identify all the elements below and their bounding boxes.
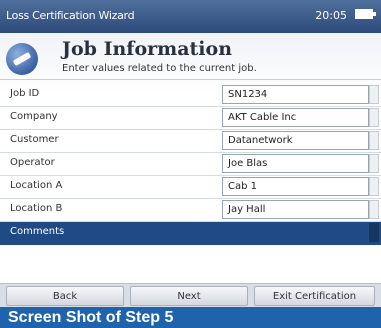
job-id-input[interactable]: SN1234	[222, 85, 369, 104]
field-row-location-a[interactable]: Location A Cab 1	[0, 176, 381, 199]
field-row-customer[interactable]: Customer Datanetwork	[0, 130, 381, 153]
field-label: Customer	[10, 134, 59, 145]
location-a-input[interactable]: Cab 1	[222, 177, 369, 196]
field-edit-handle[interactable]	[369, 200, 379, 219]
field-row-job-id[interactable]: Job ID SN1234	[0, 84, 381, 107]
page-title: Job Information	[62, 38, 233, 60]
field-edit-handle[interactable]	[369, 177, 379, 196]
next-button[interactable]: Next	[130, 286, 248, 306]
field-label: Location A	[10, 180, 63, 191]
info-icon	[6, 43, 38, 75]
field-row-location-b[interactable]: Location B Jay Hall	[0, 199, 381, 222]
customer-input[interactable]: Datanetwork	[222, 131, 369, 150]
company-input[interactable]: AKT Cable Inc	[222, 108, 369, 127]
location-b-input[interactable]: Jay Hall	[222, 200, 369, 219]
page-subtitle: Enter values related to the current job.	[62, 63, 257, 74]
field-row-operator[interactable]: Operator Joe Blas	[0, 153, 381, 176]
title-bar: Loss Certification Wizard 20:05	[0, 0, 381, 33]
field-label: Operator	[10, 157, 55, 168]
field-row-comments[interactable]: Comments	[0, 222, 381, 245]
operator-input[interactable]: Joe Blas	[222, 154, 369, 173]
clock: 20:05	[315, 9, 347, 22]
field-label: Location B	[10, 203, 63, 214]
field-label: Company	[10, 111, 58, 122]
field-edit-handle[interactable]	[369, 223, 379, 242]
field-list: Job ID SN1234 Company AKT Cable Inc Cust…	[0, 84, 381, 245]
field-edit-handle[interactable]	[369, 154, 379, 173]
field-row-company[interactable]: Company AKT Cable Inc	[0, 107, 381, 130]
wizard-body: Job Information Enter values related to …	[0, 33, 381, 283]
battery-icon	[355, 9, 376, 19]
field-edit-handle[interactable]	[369, 85, 379, 104]
field-edit-handle[interactable]	[369, 108, 379, 127]
back-button[interactable]: Back	[6, 286, 124, 306]
field-edit-handle[interactable]	[369, 131, 379, 150]
divider	[0, 79, 381, 80]
field-label: Comments	[10, 226, 65, 237]
caption: Screen Shot of Step 5	[0, 307, 381, 328]
button-bar: Back Next Exit Certification	[0, 283, 381, 308]
comments-input[interactable]	[222, 223, 369, 242]
field-label: Job ID	[10, 88, 40, 99]
exit-certification-button[interactable]: Exit Certification	[254, 286, 375, 306]
window-title: Loss Certification Wizard	[6, 9, 135, 22]
